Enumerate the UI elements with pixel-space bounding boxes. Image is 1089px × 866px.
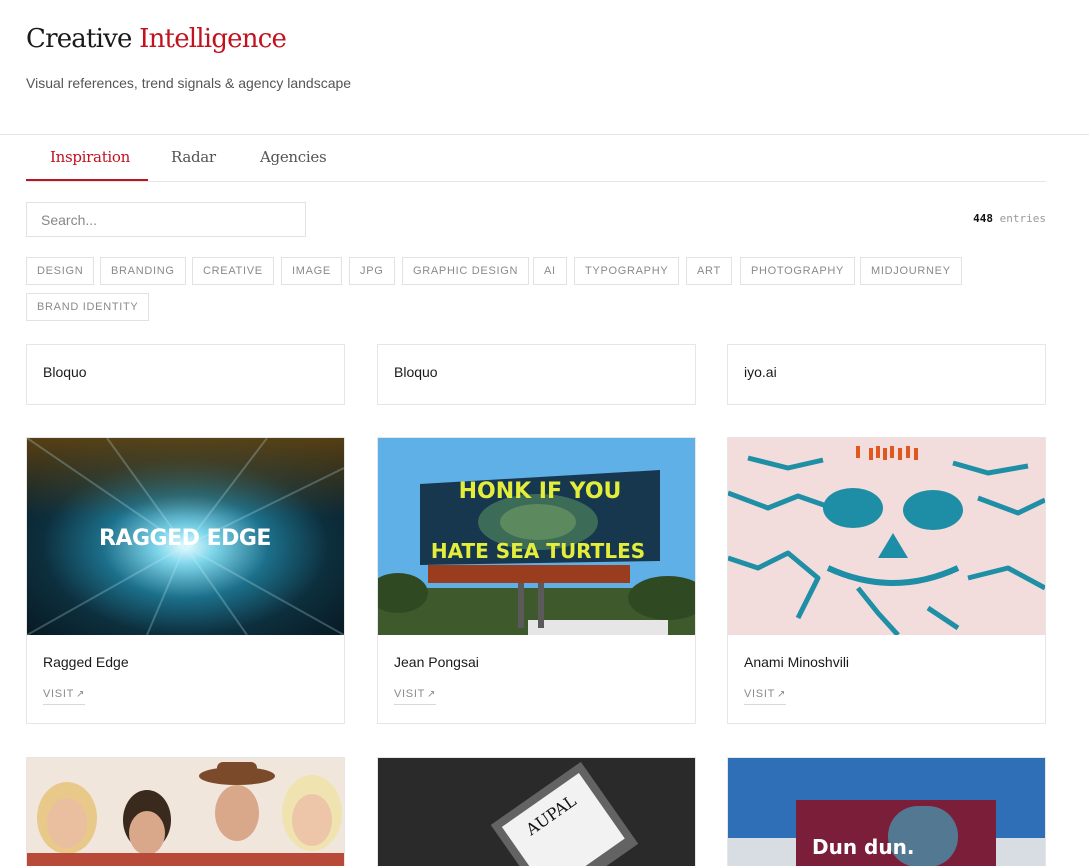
card-image-ragged-edge[interactable]: RAGGED EDGE — [27, 438, 344, 635]
arrow-up-right-icon: ↗ — [427, 689, 437, 700]
tab-bar: Inspiration Radar Agencies — [26, 135, 1046, 182]
tag-midjourney[interactable]: MIDJOURNEY — [860, 257, 962, 285]
group-portrait-photo[interactable] — [27, 758, 344, 866]
billboard-line2: HATE SEA TURTLES — [431, 539, 645, 563]
tag-jpg[interactable]: JPG — [349, 257, 395, 285]
page-subtitle: Visual references, trend signals & agenc… — [26, 75, 352, 91]
active-tab-indicator — [26, 179, 148, 181]
tag-design[interactable]: DESIGN — [26, 257, 95, 285]
tab-inspiration[interactable]: Inspiration — [50, 148, 130, 166]
arrow-up-right-icon: ↗ — [777, 689, 787, 700]
bottle-photo[interactable]: AUPAL — [378, 758, 695, 866]
card-image-jean-pongsai[interactable]: HONK IF YOU HATE SEA TURTLES — [378, 438, 695, 635]
ragged-edge-image-text: RAGGED EDGE — [99, 526, 271, 551]
magazine-cover-text: Dun dun. — [812, 835, 914, 859]
tag-creative[interactable]: CREATIVE — [192, 257, 274, 285]
tag-graphic-design[interactable]: GRAPHIC DESIGN — [402, 257, 530, 285]
card-title: Bloquo — [394, 364, 438, 380]
arrow-up-right-icon: ↗ — [76, 689, 86, 700]
entries-count: 448 entries — [973, 212, 1046, 225]
billboard-line1: HONK IF YOU — [459, 479, 622, 504]
visit-link[interactable]: VISIT ↗ — [744, 688, 787, 705]
card-title: Ragged Edge — [43, 654, 129, 670]
card-title: Jean Pongsai — [394, 654, 479, 670]
inspiration-card[interactable]: Anami Minoshvili VISIT ↗ — [727, 437, 1046, 724]
visit-label: VISIT — [394, 688, 426, 700]
visit-link[interactable]: VISIT ↗ — [394, 688, 437, 705]
tag-art[interactable]: ART — [686, 257, 732, 285]
tab-agencies[interactable]: Agencies — [260, 148, 327, 166]
inspiration-card[interactable] — [26, 757, 345, 866]
tag-image[interactable]: IMAGE — [281, 257, 342, 285]
title-main: Creative — [26, 24, 132, 54]
inspiration-card[interactable]: Dun dun. — [727, 757, 1046, 866]
tag-brand-identity[interactable]: BRAND IDENTITY — [26, 293, 150, 321]
tag-ai[interactable]: AI — [533, 257, 567, 285]
card-title: iyo.ai — [744, 364, 777, 380]
inspiration-card[interactable]: RAGGED EDGE Ragged Edge VISIT ↗ — [26, 437, 345, 724]
tag-photography[interactable]: PHOTOGRAPHY — [740, 257, 856, 285]
tag-typography[interactable]: TYPOGRAPHY — [574, 257, 680, 285]
entries-number: 448 — [973, 212, 994, 225]
entries-label: entries — [999, 212, 1046, 225]
visit-link[interactable]: VISIT ↗ — [43, 688, 86, 705]
page-header: Creative Intelligence Visual references,… — [0, 0, 1089, 135]
tab-radar[interactable]: Radar — [171, 148, 216, 166]
inspiration-card[interactable]: iyo.ai — [727, 344, 1046, 405]
card-title: Anami Minoshvili — [744, 654, 850, 670]
inspiration-card[interactable]: Bloquo — [377, 344, 696, 405]
visit-label: VISIT — [744, 688, 776, 700]
visit-label: VISIT — [43, 688, 75, 700]
inspiration-card[interactable]: AUPAL — [377, 757, 696, 866]
card-image-anami-minoshvili[interactable] — [728, 438, 1045, 635]
tag-branding[interactable]: BRANDING — [100, 257, 186, 285]
title-accent: Intelligence — [139, 24, 287, 54]
page-title: Creative Intelligence — [26, 24, 287, 54]
card-title: Bloquo — [43, 364, 87, 380]
inspiration-card[interactable]: Bloquo — [26, 344, 345, 405]
search-input[interactable] — [26, 202, 306, 237]
inspiration-card[interactable]: HONK IF YOU HATE SEA TURTLES Jean Pongsa… — [377, 437, 696, 724]
magazine-photo[interactable]: Dun dun. — [728, 758, 1045, 866]
